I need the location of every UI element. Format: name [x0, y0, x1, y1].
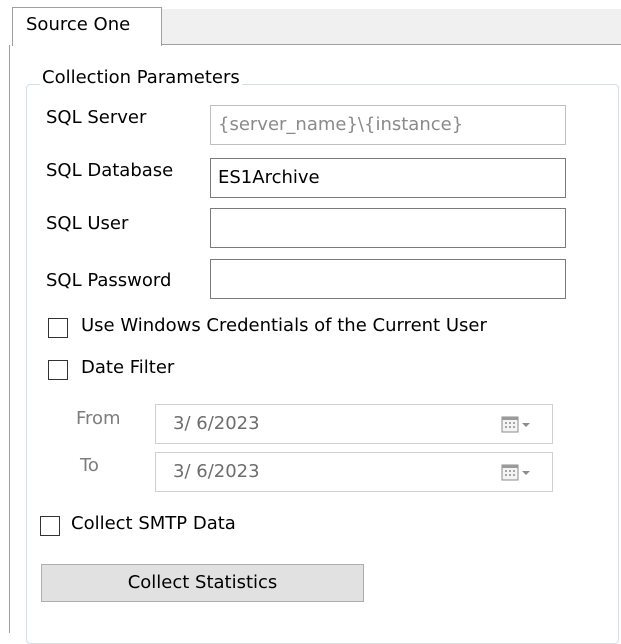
sql-server-input[interactable]: {server_name}\{instance}: [210, 105, 566, 145]
group-title: Collection Parameters: [40, 67, 242, 88]
date-filter-checkbox[interactable]: [48, 360, 68, 380]
use-windows-credentials-label: Use Windows Credentials of the Current U…: [81, 315, 487, 336]
from-date-value: 3/ 6/2023: [173, 413, 260, 434]
sql-password-label: SQL Password: [46, 270, 172, 291]
panel-border: [9, 45, 10, 633]
to-date-picker[interactable]: 3/ 6/2023: [155, 452, 553, 492]
sql-database-label: SQL Database: [46, 160, 174, 181]
use-windows-credentials-checkbox[interactable]: [48, 318, 68, 338]
from-date-picker[interactable]: 3/ 6/2023: [155, 404, 553, 444]
sql-server-placeholder: {server_name}\{instance}: [218, 114, 464, 135]
tab-source-one-label: Source One: [26, 14, 131, 35]
calendar-dropdown-icon[interactable]: [501, 464, 537, 487]
tab-strip: [160, 9, 621, 45]
to-date-value: 3/ 6/2023: [173, 461, 260, 482]
from-label: From: [76, 408, 121, 429]
sql-password-input[interactable]: [210, 259, 566, 299]
calendar-dropdown-icon[interactable]: [501, 416, 537, 439]
sql-user-label: SQL User: [46, 213, 129, 234]
collect-statistics-button[interactable]: Collect Statistics: [41, 564, 364, 602]
sql-user-input[interactable]: [210, 208, 566, 248]
sql-database-input[interactable]: ES1Archive: [210, 158, 566, 198]
sql-database-value: ES1Archive: [218, 167, 320, 188]
to-label: To: [80, 455, 99, 476]
sql-server-label: SQL Server: [46, 107, 147, 128]
collect-smtp-checkbox[interactable]: [40, 516, 60, 536]
collect-smtp-label: Collect SMTP Data: [71, 513, 236, 534]
date-filter-label: Date Filter: [81, 357, 175, 378]
